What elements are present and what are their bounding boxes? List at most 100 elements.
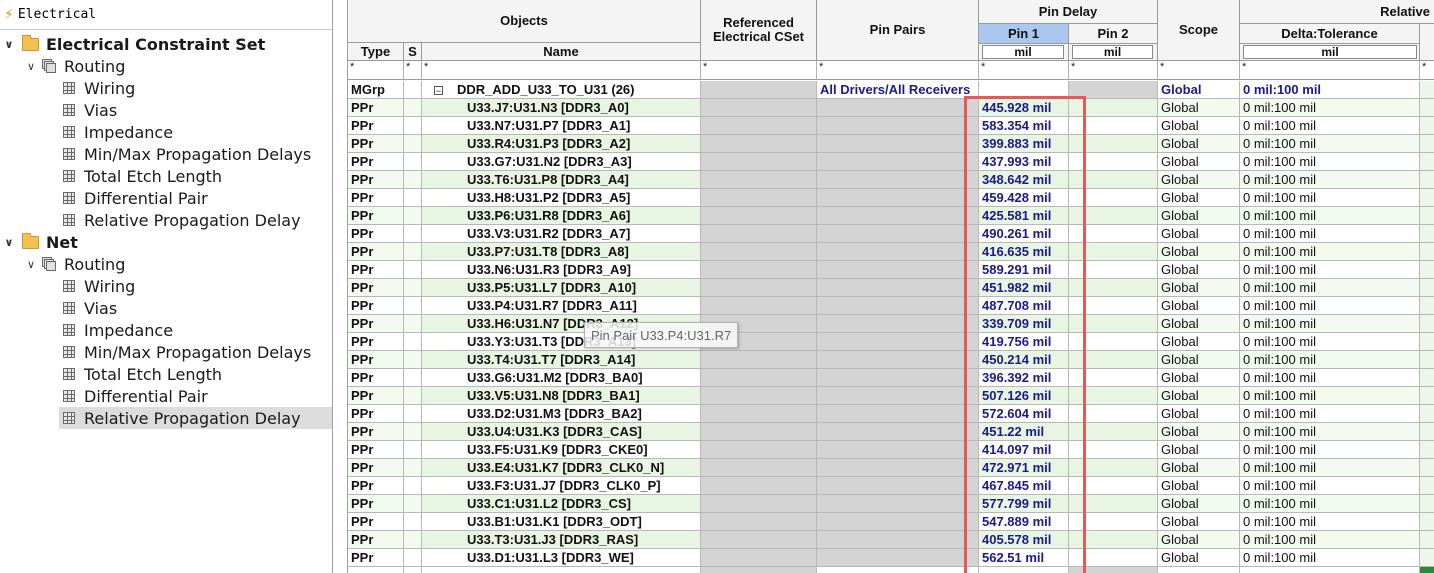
row-scope[interactable]: Global [1158,99,1240,117]
row-pin2-delay[interactable] [1069,513,1158,531]
row-pin2-delay[interactable] [1069,531,1158,549]
row-pin1-delay[interactable]: 451.22 mil [979,423,1069,441]
row-scope[interactable]: Global [1158,117,1240,135]
table-row[interactable]: PPr U33.P6:U31.R8 [DDR3_A6] 425.581 mil Glo… [348,207,1434,225]
row-pin-pairs[interactable] [817,477,979,495]
row-pin1-delay[interactable]: 348.642 mil [979,171,1069,189]
row-scope[interactable]: Global [1158,315,1240,333]
row-delta-tolerance[interactable]: 0 mil:100 mil [1240,459,1420,477]
row-pin2-delay[interactable] [1069,423,1158,441]
row-scope[interactable]: Global [1158,135,1240,153]
row-pin1-delay[interactable]: 487.708 mil [979,297,1069,315]
row-ref-cset[interactable] [701,441,817,459]
row-pin-pairs[interactable] [817,405,979,423]
row-pin2-delay[interactable] [1069,279,1158,297]
row-pin-pairs[interactable] [817,333,979,351]
row-pin-pairs[interactable] [817,243,979,261]
row-pin-pairs[interactable] [817,153,979,171]
row-delta-tolerance[interactable]: 0 mil:100 mil [1240,189,1420,207]
row-scope[interactable]: Global [1158,207,1240,225]
tree-node-wiring[interactable]: Wiring [44,275,135,297]
type-filter[interactable]: * [348,61,404,80]
chevron-down-icon[interactable]: ∨ [24,258,38,271]
row-ref-cset[interactable] [701,243,817,261]
row-pin2-delay[interactable] [1069,207,1158,225]
row-delta-tolerance[interactable]: 0 mil:100 mil [1240,369,1420,387]
row-ref-cset[interactable] [701,135,817,153]
row-pin1-delay[interactable]: 339.709 mil [979,315,1069,333]
group-delta-tolerance[interactable]: 0 mil:100 mil [1240,81,1420,99]
row-ref-cset[interactable] [701,351,817,369]
tree-node-electrical-constraint-set[interactable]: ∨ Electrical Constraint Set [2,33,265,55]
table-row[interactable]: PPr U33.H8:U31.P2 [DDR3_A5] 459.428 mil Glo… [348,189,1434,207]
row-scope[interactable]: Global [1158,405,1240,423]
row-delta-tolerance[interactable]: 0 mil:100 mil [1240,243,1420,261]
table-row[interactable]: PPr U33.T6:U31.P8 [DDR3_A4] 348.642 mil Glo… [348,171,1434,189]
table-row[interactable]: PPr U33.B1:U31.K1 [DDR3_ODT] 547.889 mil Gl… [348,513,1434,531]
row-scope[interactable]: Global [1158,333,1240,351]
tree-node-total-etch-length[interactable]: Total Etch Length [44,363,222,385]
row-pin2-delay[interactable] [1069,189,1158,207]
table-row[interactable]: PPr U33.N7:U31.P7 [DDR3_A1] 583.354 mil Glo… [348,117,1434,135]
row-ref-cset[interactable] [701,369,817,387]
group-pin1[interactable] [979,81,1069,99]
pin2-unit-box[interactable]: mil [1072,45,1153,59]
row-pin-pairs[interactable] [817,369,979,387]
row-pin1-delay[interactable]: 425.581 mil [979,207,1069,225]
row-delta-tolerance[interactable]: 0 mil:100 mil [1240,333,1420,351]
row-delta-tolerance[interactable]: 0 mil:100 mil [1240,531,1420,549]
row-ref-cset[interactable] [701,549,817,567]
table-row[interactable]: PPr U33.D2:U31.M3 [DDR3_BA2] 572.604 mil Gl… [348,405,1434,423]
row-pin1-delay[interactable]: 562.51 mil [979,549,1069,567]
row-pin1-delay[interactable]: 459.428 mil [979,189,1069,207]
row-scope[interactable]: Global [1158,387,1240,405]
chevron-down-icon[interactable]: ∨ [24,60,38,73]
row-ref-cset[interactable] [701,297,817,315]
row-ref-cset[interactable] [701,207,817,225]
row-pin-pairs[interactable] [817,351,979,369]
row-pin-pairs[interactable] [817,279,979,297]
row-scope[interactable]: Global [1158,279,1240,297]
table-row[interactable]: PPr U33.J7:U31.N3 [DDR3_A0] 445.928 mil Glo… [348,99,1434,117]
row-pin2-delay[interactable] [1069,171,1158,189]
row-pin1-delay[interactable]: 416.635 mil [979,243,1069,261]
row-pin2-delay[interactable] [1069,243,1158,261]
row-ref-cset[interactable] [701,153,817,171]
row-ref-cset[interactable] [701,117,817,135]
row-pin-pairs[interactable] [817,189,979,207]
table-row[interactable]: PPr U33.F5:U31.K9 [DDR3_CKE0] 414.097 mil G… [348,441,1434,459]
table-row[interactable]: PPr U33.P5:U31.L7 [DDR3_A10] 451.982 mil Gl… [348,279,1434,297]
row-scope[interactable]: Global [1158,459,1240,477]
referenced-cset-header[interactable]: Referenced Electrical CSet [701,0,817,61]
tree-node-impedance[interactable]: Impedance [44,121,173,143]
row-pin-pairs[interactable] [817,495,979,513]
row-ref-cset[interactable] [701,225,817,243]
row-delta-tolerance[interactable]: 0 mil:100 mil [1240,423,1420,441]
tree-node-differential-pair[interactable]: Differential Pair [44,385,208,407]
row-pin1-delay[interactable]: 467.845 mil [979,477,1069,495]
pin1-filter[interactable]: * [979,61,1069,80]
row-pin-pairs[interactable] [817,459,979,477]
table-row[interactable]: PPr U33.C1:U31.L2 [DDR3_CS] 577.799 mil Glo… [348,495,1434,513]
table-row[interactable]: PPr U33.U4:U31.K3 [DDR3_CAS] 451.22 mil Glo… [348,423,1434,441]
row-ref-cset[interactable] [701,495,817,513]
collapse-icon[interactable]: − [434,86,443,96]
row-delta-tolerance[interactable]: 0 mil:100 mil [1240,207,1420,225]
row-scope[interactable]: Global [1158,297,1240,315]
row-scope[interactable]: Global [1158,531,1240,549]
row-pin1-delay[interactable]: 572.604 mil [979,405,1069,423]
row-pin1-delay[interactable]: 396.392 mil [979,369,1069,387]
delta-tolerance-header[interactable]: Delta:Tolerance [1240,24,1420,44]
delta-filter[interactable]: * [1240,61,1420,80]
match-group-row[interactable]: MGrp − DDR_ADD_U33_TO_U31 (26) All Driver… [348,81,1434,99]
row-pin1-delay[interactable]: 419.756 mil [979,333,1069,351]
row-scope[interactable]: Global [1158,369,1240,387]
row-ref-cset[interactable] [701,531,817,549]
row-scope[interactable]: Global [1158,243,1240,261]
tree-node-routing[interactable]: ∨ Routing [24,55,125,77]
row-delta-tolerance[interactable]: 0 mil:100 mil [1240,135,1420,153]
row-pin2-delay[interactable] [1069,315,1158,333]
row-scope[interactable]: Global [1158,441,1240,459]
row-ref-cset[interactable] [701,405,817,423]
row-pin1-delay[interactable]: 405.578 mil [979,531,1069,549]
